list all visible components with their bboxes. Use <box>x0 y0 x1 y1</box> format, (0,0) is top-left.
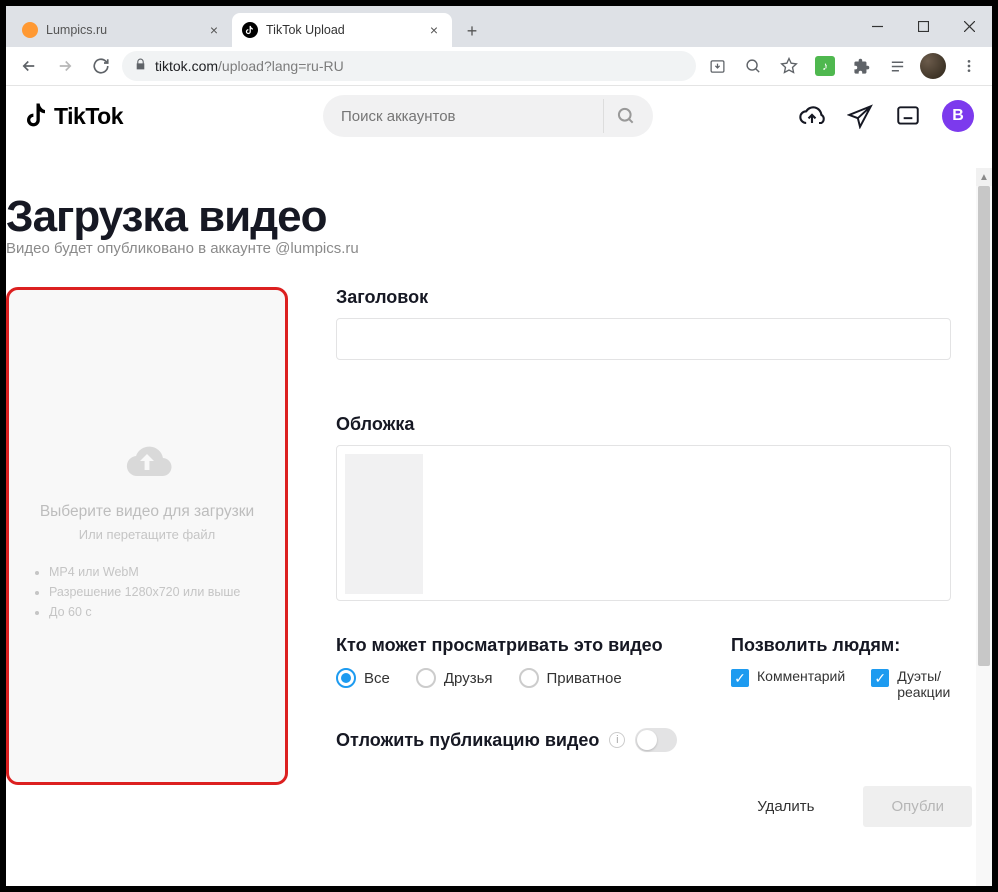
minimize-button[interactable] <box>854 10 900 44</box>
cover-thumbnail[interactable] <box>345 454 423 594</box>
checkbox-icon: ✓ <box>731 669 749 687</box>
reading-list-icon[interactable] <box>882 51 912 81</box>
maximize-button[interactable] <box>900 10 946 44</box>
lock-icon <box>134 58 147 74</box>
forward-button[interactable] <box>50 51 80 81</box>
vertical-scrollbar[interactable]: ▲ <box>976 168 992 886</box>
url-field[interactable]: tiktok.com/upload?lang=ru-RU <box>122 51 696 81</box>
upload-dropzone[interactable]: Выберите видео для загрузки Или перетащи… <box>6 287 288 785</box>
video-title-input[interactable] <box>336 318 951 360</box>
upload-sub-text: Или перетащите файл <box>79 527 216 542</box>
browser-titlebar: Lumpics.ru × TikTok Upload × + <box>6 6 992 47</box>
checkbox-label: Дуэты/ реакции <box>897 668 950 700</box>
chrome-menu-icon[interactable] <box>954 51 984 81</box>
schedule-toggle[interactable] <box>635 728 677 752</box>
info-icon[interactable]: i <box>609 732 625 748</box>
search-button[interactable] <box>603 99 647 133</box>
page-subtitle: Видео будет опубликовано в аккаунте @lum… <box>6 240 972 257</box>
browser-tab-lumpics[interactable]: Lumpics.ru × <box>12 13 232 47</box>
search-box[interactable] <box>323 95 653 137</box>
radio-icon <box>336 668 356 688</box>
search-input[interactable] <box>341 108 603 125</box>
tab-title: Lumpics.ru <box>46 23 206 37</box>
browser-address-bar: tiktok.com/upload?lang=ru-RU ♪ <box>6 47 992 86</box>
close-window-button[interactable] <box>946 10 992 44</box>
heading-label: Заголовок <box>336 287 972 308</box>
messages-icon[interactable] <box>846 102 874 130</box>
checkbox-label: Комментарий <box>757 668 845 684</box>
browser-tab-tiktok[interactable]: TikTok Upload × <box>232 13 452 47</box>
privacy-option-friends[interactable]: Друзья <box>416 668 493 688</box>
tiktok-favicon-icon <box>242 22 258 38</box>
install-app-icon[interactable] <box>702 51 732 81</box>
radio-label: Приватное <box>547 670 622 687</box>
upload-main-text: Выберите видео для загрузки <box>40 503 254 521</box>
bookmark-star-icon[interactable] <box>774 51 804 81</box>
allow-duets-checkbox[interactable]: ✓ Дуэты/ реакции <box>871 668 950 700</box>
zoom-icon[interactable] <box>738 51 768 81</box>
reload-button[interactable] <box>86 51 116 81</box>
radio-label: Друзья <box>444 670 493 687</box>
tiktok-logo-text: TikTok <box>54 103 123 130</box>
new-tab-button[interactable]: + <box>458 17 486 45</box>
tab-title: TikTok Upload <box>266 23 426 37</box>
cover-selector[interactable] <box>336 445 951 601</box>
extensions-puzzle-icon[interactable] <box>846 51 876 81</box>
upload-hint: До 60 с <box>49 602 240 622</box>
radio-icon <box>416 668 436 688</box>
profile-avatar[interactable] <box>918 51 948 81</box>
privacy-label: Кто может просматривать это видео <box>336 635 691 656</box>
publish-button[interactable]: Опубли <box>863 786 972 827</box>
radio-label: Все <box>364 670 390 687</box>
privacy-option-all[interactable]: Все <box>336 668 390 688</box>
lumpics-favicon-icon <box>22 22 38 38</box>
scrollbar-up-icon[interactable]: ▲ <box>976 168 992 186</box>
url-text: tiktok.com/upload?lang=ru-RU <box>155 58 344 74</box>
scrollbar-thumb[interactable] <box>978 186 990 666</box>
back-button[interactable] <box>14 51 44 81</box>
privacy-option-private[interactable]: Приватное <box>519 668 622 688</box>
inbox-icon[interactable] <box>894 102 922 130</box>
allow-comment-checkbox[interactable]: ✓ Комментарий <box>731 668 845 687</box>
cover-label: Обложка <box>336 414 972 435</box>
page-title: Загрузка видео <box>6 146 972 242</box>
upload-cloud-icon[interactable] <box>798 102 826 130</box>
checkbox-icon: ✓ <box>871 669 889 687</box>
tiktok-logo[interactable]: TikTok <box>24 102 123 130</box>
upload-hints: MP4 или WebM Разрешение 1280x720 или выш… <box>23 562 240 622</box>
close-tab-icon[interactable]: × <box>206 22 222 38</box>
page-content: TikTok B Загрузка видео Видео будет опуб… <box>6 86 992 886</box>
upload-hint: Разрешение 1280x720 или выше <box>49 582 240 602</box>
upload-cloud-icon <box>122 440 172 485</box>
tiktok-header: TikTok B <box>6 86 992 146</box>
delete-button[interactable]: Удалить <box>726 786 845 827</box>
extension-music-icon[interactable]: ♪ <box>810 51 840 81</box>
upload-hint: MP4 или WebM <box>49 562 240 582</box>
allow-label: Позволить людям: <box>731 635 972 656</box>
toggle-knob <box>637 730 657 750</box>
radio-icon <box>519 668 539 688</box>
close-tab-icon[interactable]: × <box>426 22 442 38</box>
user-avatar[interactable]: B <box>942 100 974 132</box>
schedule-label: Отложить публикацию видео <box>336 730 599 751</box>
